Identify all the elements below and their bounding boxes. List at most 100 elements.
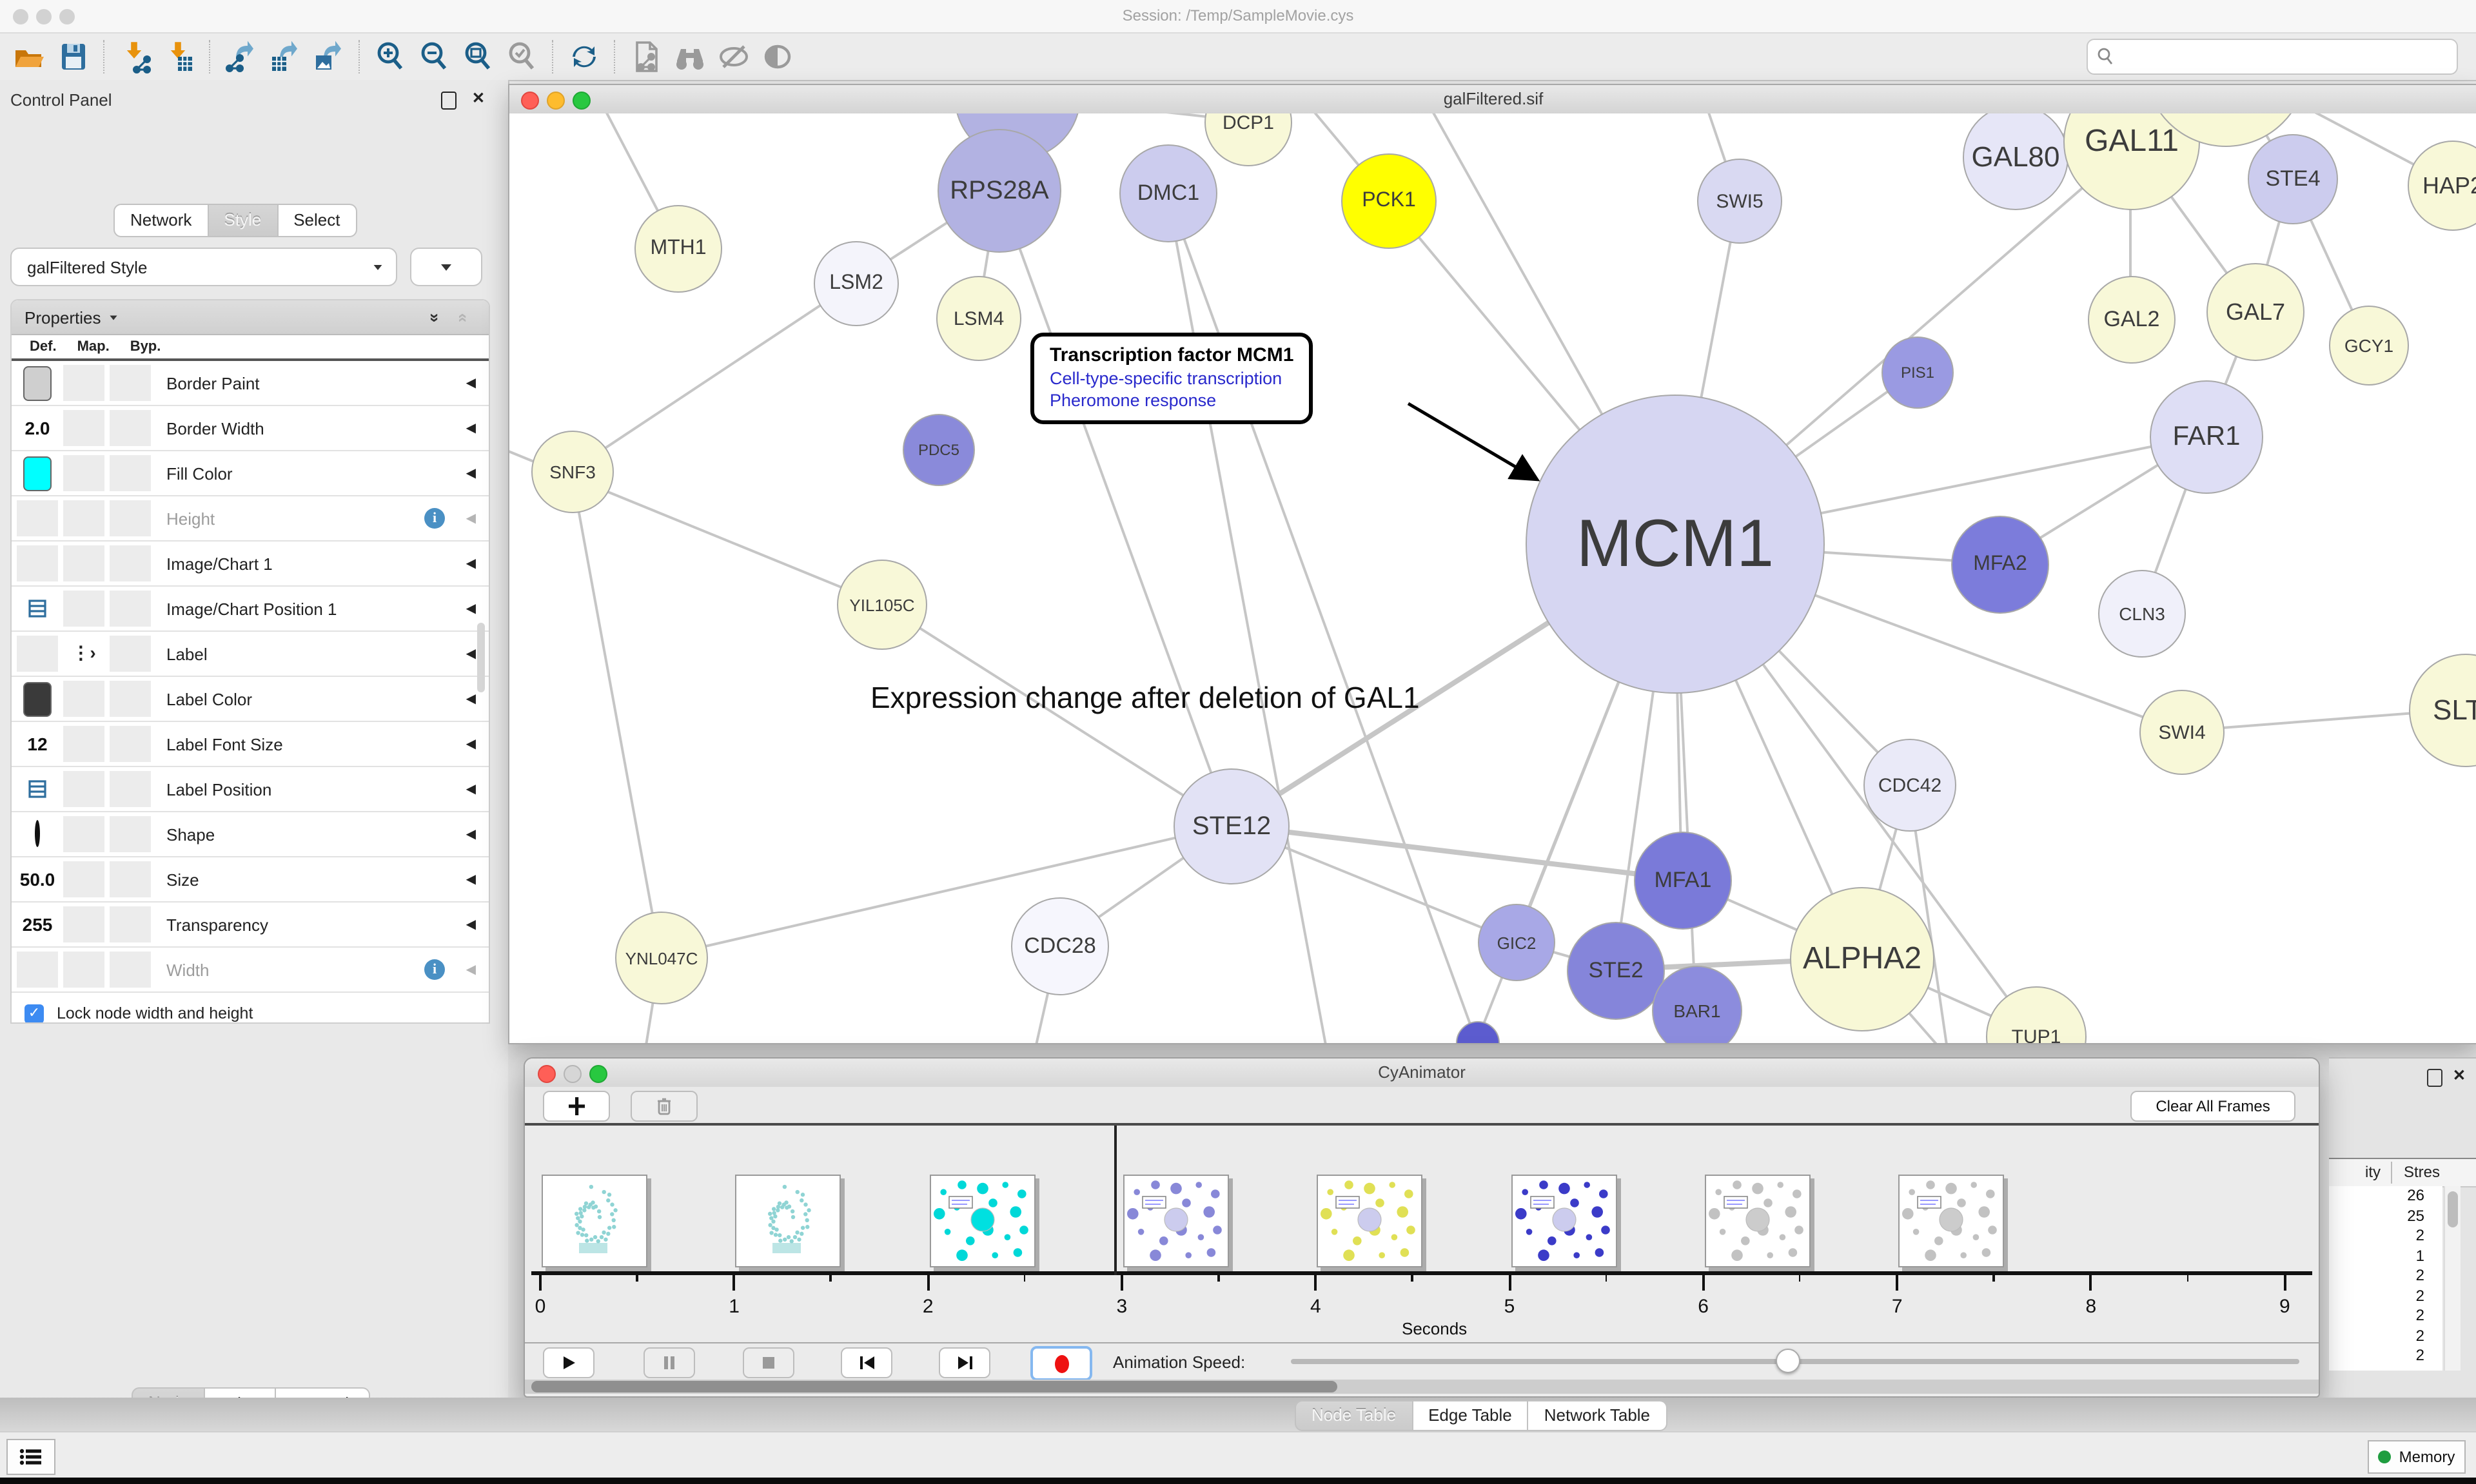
- node-RPS28A[interactable]: RPS28A: [938, 129, 1061, 253]
- skip-to-start-button[interactable]: [841, 1347, 892, 1378]
- info-icon[interactable]: i: [424, 959, 445, 980]
- node-SNF3[interactable]: SNF3: [531, 431, 614, 513]
- mapping-cell[interactable]: [63, 952, 104, 988]
- bypass-cell[interactable]: [110, 365, 151, 401]
- property-row-border-width[interactable]: 2.0Border Width◀: [12, 406, 489, 451]
- float-panel-icon[interactable]: [441, 92, 457, 110]
- mapping-cell[interactable]: [63, 545, 104, 581]
- speed-slider-thumb[interactable]: [1776, 1349, 1800, 1373]
- bypass-cell[interactable]: [110, 636, 151, 672]
- scrollbar-thumb[interactable]: [531, 1381, 1337, 1392]
- timeline-frame-6[interactable]: [1705, 1175, 1811, 1267]
- property-row-image-chart-position-1[interactable]: Image/Chart Position 1◀: [12, 587, 489, 632]
- node-DMC1[interactable]: DMC1: [1119, 144, 1217, 242]
- delete-frame-button[interactable]: [631, 1091, 698, 1122]
- timeline-frame-7[interactable]: [1898, 1175, 2004, 1267]
- column-divider[interactable]: [2391, 1162, 2392, 1184]
- expand-all-icon[interactable]: »: [426, 313, 445, 322]
- bypass-cell[interactable]: [110, 726, 151, 762]
- default-value-cell[interactable]: [17, 591, 58, 627]
- property-row-transparency[interactable]: 255Transparency◀: [12, 903, 489, 948]
- minimize-window-icon[interactable]: [547, 92, 565, 110]
- collapse-all-icon[interactable]: «: [454, 313, 473, 322]
- default-value-cell[interactable]: [17, 545, 58, 581]
- mapping-cell[interactable]: [63, 681, 104, 717]
- zoom-out-button[interactable]: [413, 37, 457, 76]
- minimize-window-icon[interactable]: [564, 1065, 582, 1083]
- bypass-cell[interactable]: [110, 591, 151, 627]
- table-row[interactable]: 2: [2329, 1266, 2442, 1286]
- node-SWI4[interactable]: SWI4: [2139, 690, 2225, 775]
- node-CLN3[interactable]: CLN3: [2098, 570, 2186, 658]
- import-network-button[interactable]: [113, 37, 157, 76]
- export-image-button[interactable]: [307, 37, 351, 76]
- close-panel-icon[interactable]: ✕: [472, 89, 485, 107]
- mapping-cell[interactable]: [63, 410, 104, 446]
- export-network-button[interactable]: [219, 37, 263, 76]
- timeline-frame-1[interactable]: [736, 1175, 841, 1267]
- property-row-height[interactable]: Heighti◀: [12, 496, 489, 542]
- network-window-titlebar[interactable]: galFiltered.sif: [509, 85, 2476, 115]
- node-GIC2[interactable]: GIC2: [1478, 904, 1555, 981]
- style-options-button[interactable]: [410, 248, 482, 286]
- table-row[interactable]: 2: [2329, 1306, 2442, 1326]
- play-button[interactable]: [543, 1347, 594, 1378]
- property-row-image-chart-1[interactable]: Image/Chart 1◀: [12, 542, 489, 587]
- cyanimator-scrollbar[interactable]: [525, 1380, 2319, 1394]
- zoom-window-icon[interactable]: [589, 1065, 607, 1083]
- default-value-cell[interactable]: [17, 952, 58, 988]
- collapse-arrow-icon[interactable]: ◀: [466, 376, 476, 390]
- memory-button[interactable]: Memory: [2368, 1440, 2466, 1474]
- info-icon[interactable]: i: [424, 508, 445, 529]
- timeline[interactable]: 0123456789 Seconds: [525, 1126, 2319, 1342]
- node-MFA1[interactable]: MFA1: [1634, 832, 1732, 930]
- default-value-cell[interactable]: 2.0: [17, 410, 58, 446]
- mapping-cell[interactable]: [63, 906, 104, 942]
- timeline-frame-2[interactable]: [929, 1175, 1035, 1267]
- tab-style[interactable]: Style: [208, 204, 278, 237]
- bypass-cell[interactable]: [110, 771, 151, 807]
- column-stress[interactable]: Stres: [2404, 1163, 2440, 1181]
- table-row[interactable]: 26: [2329, 1186, 2442, 1206]
- task-history-button[interactable]: [6, 1439, 55, 1475]
- timeline-frame-5[interactable]: [1511, 1175, 1616, 1267]
- close-panel-icon[interactable]: ✕: [2453, 1066, 2466, 1084]
- node-MFA2[interactable]: MFA2: [1951, 516, 2049, 614]
- lock-size-checkbox[interactable]: ✓: [25, 1004, 44, 1023]
- properties-scrollbar[interactable]: [477, 623, 485, 692]
- default-value-cell[interactable]: 50.0: [17, 861, 58, 897]
- node-ALPHA2[interactable]: ALPHA2: [1790, 887, 1934, 1031]
- zoom-window-icon[interactable]: [573, 92, 591, 110]
- bypass-cell[interactable]: [110, 681, 151, 717]
- search-input[interactable]: [2121, 46, 2457, 67]
- mapping-cell[interactable]: [63, 726, 104, 762]
- property-row-label-position[interactable]: Label Position◀: [12, 767, 489, 812]
- node-STE2[interactable]: STE2: [1567, 922, 1665, 1020]
- table-row[interactable]: 2: [2329, 1286, 2442, 1306]
- playhead[interactable]: [1115, 1126, 1117, 1275]
- table-row[interactable]: 25: [2329, 1206, 2442, 1226]
- table-row[interactable]: 2: [2329, 1226, 2442, 1246]
- property-row-fill-color[interactable]: Fill Color◀: [12, 451, 489, 496]
- node-STE12[interactable]: STE12: [1174, 768, 1290, 884]
- mapping-cell[interactable]: [63, 591, 104, 627]
- zoom-fit-button[interactable]: [457, 37, 500, 76]
- mapping-cell[interactable]: [63, 816, 104, 852]
- default-value-cell[interactable]: [17, 455, 58, 491]
- zoom-in-button[interactable]: [369, 37, 413, 76]
- node-CDC42[interactable]: CDC42: [1863, 739, 1956, 832]
- bypass-cell[interactable]: [110, 861, 151, 897]
- save-session-button[interactable]: [52, 37, 95, 76]
- float-panel-icon[interactable]: [2427, 1069, 2442, 1087]
- mapping-cell[interactable]: [63, 771, 104, 807]
- node-PDC5[interactable]: PDC5: [903, 414, 975, 486]
- collapse-arrow-icon[interactable]: ◀: [466, 917, 476, 932]
- node-CDC28[interactable]: CDC28: [1011, 897, 1109, 995]
- mapping-cell[interactable]: ⋮›: [63, 636, 104, 672]
- default-value-cell[interactable]: [17, 771, 58, 807]
- bypass-cell[interactable]: [110, 952, 151, 988]
- property-row-label-color[interactable]: Label Color◀: [12, 677, 489, 722]
- collapse-arrow-icon[interactable]: ◀: [466, 511, 476, 525]
- record-button[interactable]: [1030, 1346, 1092, 1381]
- node-STE4[interactable]: STE4: [2248, 134, 2338, 224]
